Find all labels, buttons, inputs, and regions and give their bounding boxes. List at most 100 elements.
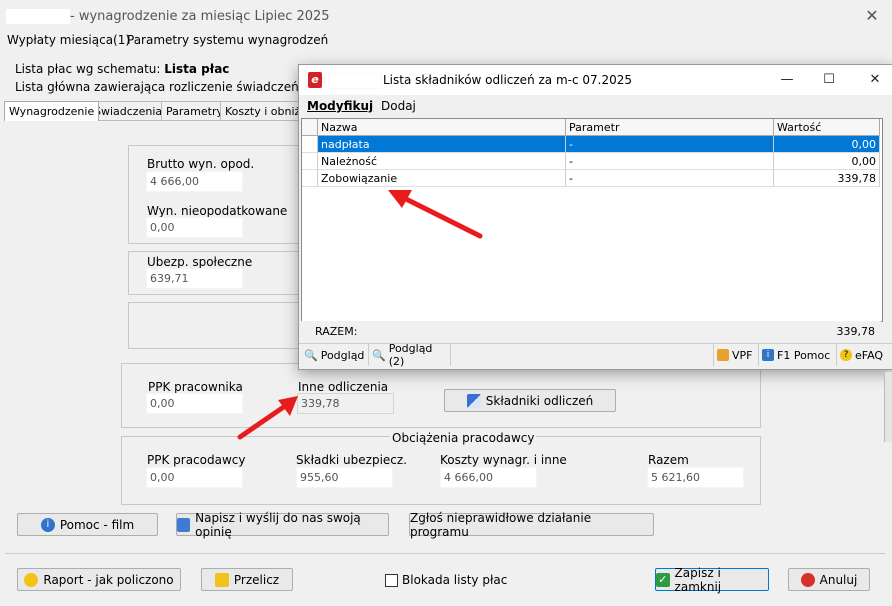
tab-wynagrodzenie[interactable]: Wynagrodzenie xyxy=(4,101,100,121)
ppk-pracownika-label: PPK pracownika xyxy=(148,380,243,394)
napisz-opinie-label: Napisz i wyślij do nas swoją opinię xyxy=(195,510,361,539)
brutto-field[interactable]: 4 666,00 xyxy=(146,171,243,192)
inne-odliczenia-field: 339,78 xyxy=(297,393,394,414)
envelope-icon xyxy=(177,517,191,532)
dialog-menu-bar: Modyfikuj Dodaj xyxy=(299,95,892,117)
skladniki-odliczen-label: Składniki odliczeń xyxy=(485,393,594,408)
column-header-parametr[interactable]: Parametr xyxy=(566,119,774,136)
nieopodatkowane-field[interactable]: 0,00 xyxy=(146,217,243,238)
przelicz-label: Przelicz xyxy=(233,572,280,587)
ppk-pracownika-field[interactable]: 0,00 xyxy=(146,393,243,414)
question-icon: ? xyxy=(840,349,852,361)
efaq-button[interactable]: ? eFAQ xyxy=(837,344,891,366)
column-header-nazwa[interactable]: Nazwa xyxy=(318,119,566,136)
vpf-icon xyxy=(717,349,729,361)
binoculars-icon: 🔍 xyxy=(372,348,386,362)
inne-odliczenia-label: Inne odliczenia xyxy=(298,380,389,394)
table-row[interactable]: Zobowiązanie - 339,78 xyxy=(302,170,880,187)
annotation-arrow-form xyxy=(234,392,304,442)
close-icon[interactable]: ✕ xyxy=(862,6,882,26)
zapisz-label: Zapisz i zamknij xyxy=(674,565,722,594)
pomoc-film-button[interactable]: i Pomoc - film xyxy=(17,513,158,536)
column-header-wartosc[interactable]: Wartość xyxy=(774,119,880,136)
raport-label: Raport - jak policzono xyxy=(43,572,174,587)
row-indicator-header xyxy=(302,119,318,136)
summary-group xyxy=(128,302,305,349)
ubezp-field[interactable]: 639,71 xyxy=(146,268,243,289)
cell-nazwa[interactable]: Należność xyxy=(318,153,566,170)
row-indicator xyxy=(302,153,318,170)
cell-wartosc[interactable]: 0,00 xyxy=(774,136,880,153)
vpf-label: VPF xyxy=(732,348,753,362)
f1-pomoc-label: F1 Pomoc xyxy=(777,348,831,362)
ppk-pracodawcy-field[interactable]: 0,00 xyxy=(146,467,243,488)
przelicz-button[interactable]: Przelicz xyxy=(201,568,293,591)
divider xyxy=(5,553,885,554)
skladniki-odliczen-button[interactable]: Składniki odliczeń xyxy=(444,389,616,412)
brutto-label: Brutto wyn. opod. xyxy=(147,157,255,171)
cell-parametr[interactable]: - xyxy=(566,136,774,153)
raport-button[interactable]: Raport - jak policzono xyxy=(17,568,181,591)
blokada-checkbox-wrap[interactable]: Blokada listy płac xyxy=(385,573,507,587)
podglad2-button[interactable]: 🔍 Podgląd (2) xyxy=(369,342,451,368)
menu-modyfikuj[interactable]: Modyfikuj xyxy=(307,99,373,113)
dialog-close-icon[interactable]: ✕ xyxy=(863,70,887,90)
maximize-icon[interactable]: ☐ xyxy=(817,70,841,90)
razem-label: Razem xyxy=(648,453,689,467)
cell-nazwa[interactable]: nadpłata xyxy=(318,136,566,153)
menu-wyplaty-miesiaca[interactable]: Wypłaty miesiąca(1) xyxy=(7,33,130,47)
skladki-label: Składki ubezpiecz. xyxy=(296,453,407,467)
skladki-field[interactable]: 955,60 xyxy=(296,467,393,488)
eraser-icon xyxy=(466,393,481,408)
sum-row: RAZEM: 339,78 xyxy=(301,321,881,341)
anuluj-label: Anuluj xyxy=(819,572,858,587)
f1-pomoc-button[interactable]: i F1 Pomoc xyxy=(759,344,837,366)
table-row[interactable]: Należność - 0,00 xyxy=(302,153,880,170)
menu-parametry-systemu[interactable]: Parametry systemu wynagrodzeń xyxy=(127,33,328,47)
info-icon: i xyxy=(40,517,55,532)
podglad-button[interactable]: 🔍 Podgląd xyxy=(301,344,369,366)
cell-wartosc[interactable]: 339,78 xyxy=(774,170,880,187)
dialog-title: Lista składników odliczeń za m-c 07.2025 xyxy=(383,73,633,87)
lightbulb-icon xyxy=(24,572,39,587)
zapisz-button[interactable]: ✓ Zapisz i zamknij xyxy=(655,565,769,594)
table-row[interactable]: nadpłata - 0,00 xyxy=(302,136,880,153)
cell-wartosc[interactable]: 0,00 xyxy=(774,153,880,170)
nieopodatkowane-label: Wyn. nieopodatkowane xyxy=(147,204,288,218)
cell-parametr[interactable]: - xyxy=(566,153,774,170)
list-description: Lista główna zawierająca rozliczenie świ… xyxy=(15,80,299,94)
row-indicator xyxy=(302,170,318,187)
dialog-redacted-name xyxy=(328,73,382,89)
podglad-label: Podgląd xyxy=(320,348,365,362)
sum-label: RAZEM: xyxy=(315,325,358,338)
zglos-blad-label: Zgłoś nieprawidłowe działanie programu xyxy=(410,510,592,539)
schema-value: Lista płac xyxy=(164,62,230,76)
vpf-button[interactable]: VPF xyxy=(713,344,759,366)
sum-value: 339,78 xyxy=(836,325,876,338)
zglos-blad-button[interactable]: Zgłoś nieprawidłowe działanie programu xyxy=(409,510,654,539)
blokada-label: Blokada listy płac xyxy=(402,573,508,587)
info-icon: i xyxy=(762,349,774,361)
anuluj-button[interactable]: Anuluj xyxy=(788,568,870,591)
cancel-icon xyxy=(800,572,815,587)
redacted-company-name xyxy=(6,9,70,24)
podglad2-label: Podgląd (2) xyxy=(388,342,433,368)
cell-parametr[interactable]: - xyxy=(566,170,774,187)
tab-parametry[interactable]: Parametry xyxy=(161,101,228,121)
koszty-field[interactable]: 4 666,00 xyxy=(440,467,537,488)
menu-dodaj[interactable]: Dodaj xyxy=(381,99,416,113)
calculator-icon xyxy=(214,572,229,587)
tab-swiadczenia[interactable]: Świadczenia xyxy=(89,101,168,121)
checkmark-icon: ✓ xyxy=(656,572,670,587)
ppk-pracodawcy-label: PPK pracodawcy xyxy=(147,453,246,467)
employer-charges-title: Obciążenia pracodawcy xyxy=(390,431,537,445)
blokada-checkbox[interactable] xyxy=(385,573,398,587)
razem-field[interactable]: 5 621,60 xyxy=(647,467,744,488)
cell-nazwa[interactable]: Zobowiązanie xyxy=(318,170,566,187)
napisz-opinie-button[interactable]: Napisz i wyślij do nas swoją opinię xyxy=(176,510,389,539)
ubezp-label: Ubezp. społeczne xyxy=(147,255,253,269)
minimize-icon[interactable]: — xyxy=(775,70,799,90)
schema-info: Lista płac wg schematu: Lista płac xyxy=(15,62,229,76)
pomoc-film-label: Pomoc - film xyxy=(59,517,135,532)
app-logo-icon: e xyxy=(308,72,322,88)
